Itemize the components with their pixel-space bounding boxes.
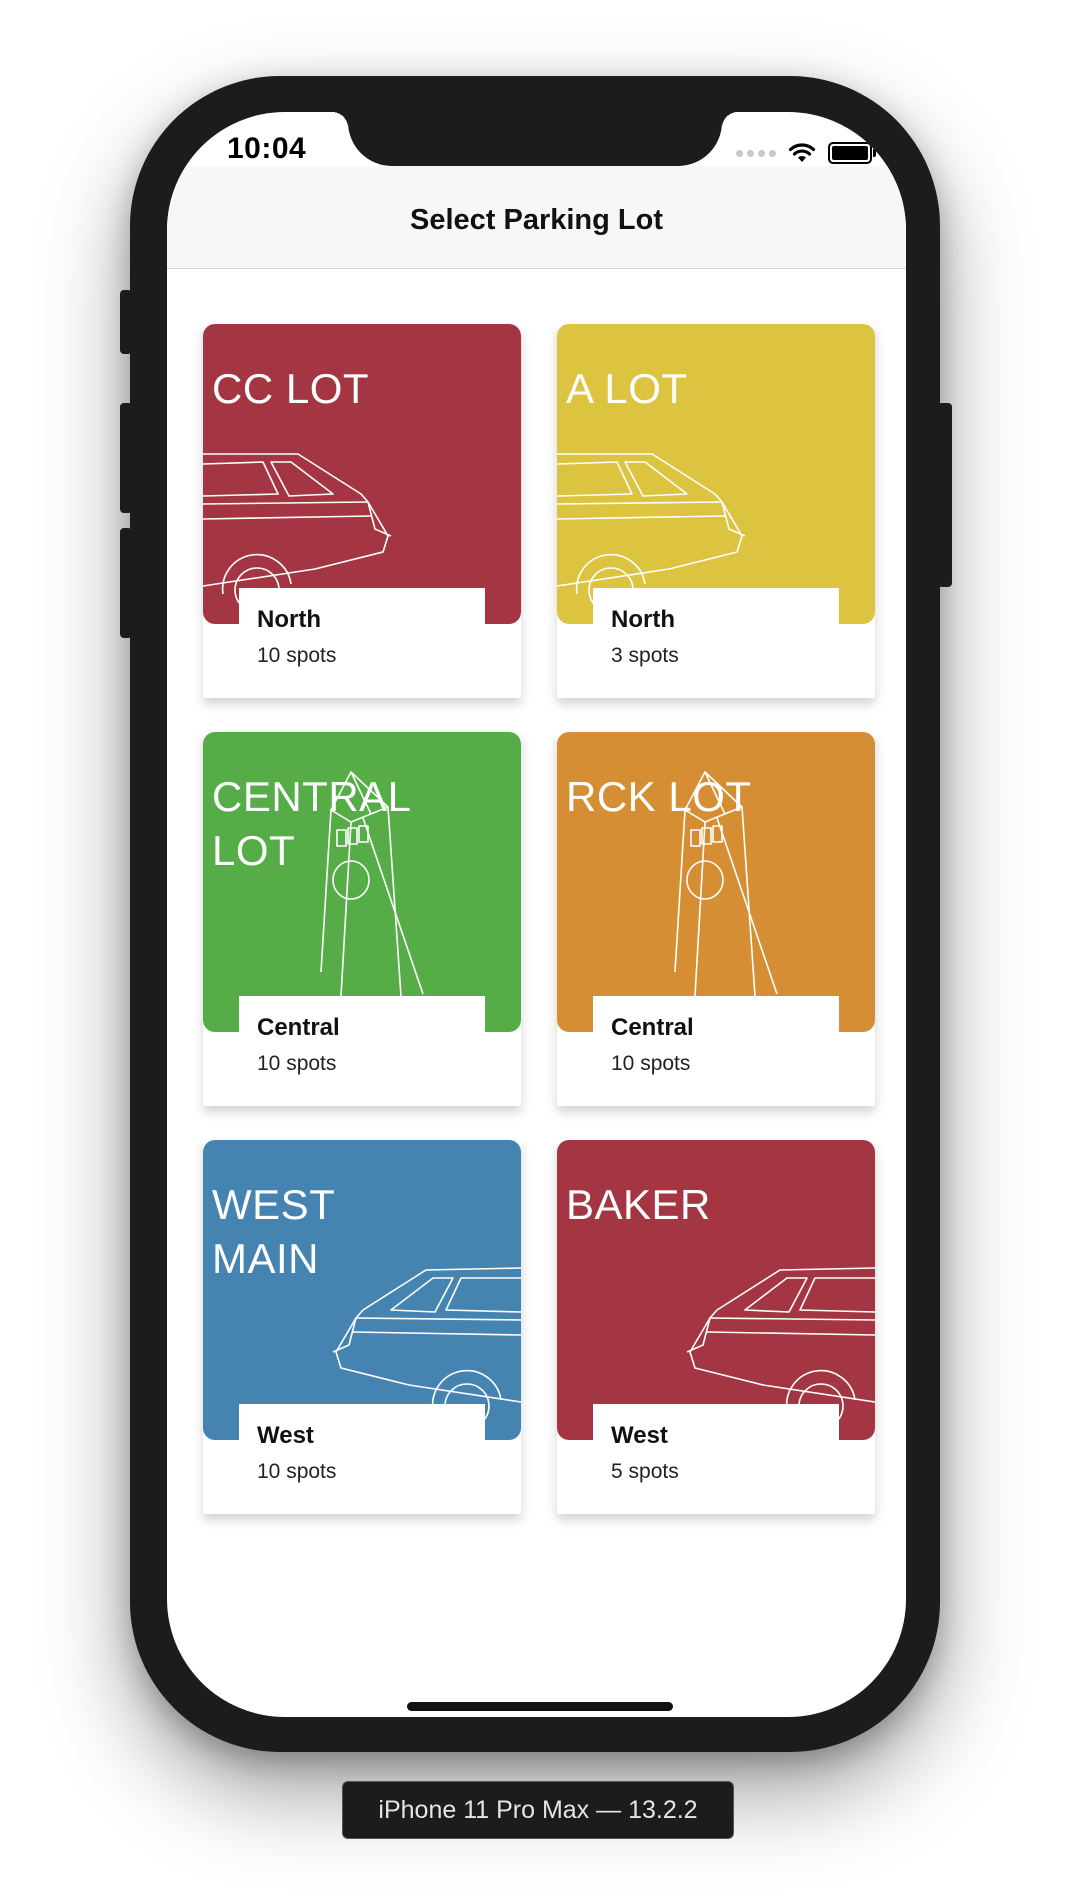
lot-spots: 10 spots <box>257 1052 337 1075</box>
navigation-bar: Select Parking Lot <box>167 166 906 269</box>
lot-card-a-lot[interactable]: A LOT North 3 spots <box>557 324 875 698</box>
lot-region: North <box>257 606 321 633</box>
battery-icon <box>828 142 876 164</box>
lot-card-baker[interactable]: BAKER West 5 spots <box>557 1140 875 1514</box>
lot-spots: 10 spots <box>611 1052 691 1075</box>
lot-label: North 3 spots <box>593 588 839 698</box>
volume-up-button <box>120 403 132 513</box>
lot-card-rck-lot[interactable]: RCK LOT Central 10 spots <box>557 732 875 1106</box>
lot-region: West <box>257 1422 314 1449</box>
lot-tile: WEST MAIN <box>203 1140 521 1440</box>
page-title: Select Parking Lot <box>409 204 663 236</box>
lot-card-west-main[interactable]: WEST MAIN West 10 spots <box>203 1140 521 1514</box>
lot-tile: A LOT <box>557 324 875 624</box>
lot-spots: 10 spots <box>257 644 337 667</box>
lot-card-central-lot[interactable]: CENTRAL LOT Central 10 spots <box>203 732 521 1106</box>
screen: 10:04 Select Parking Lot CC LOT North 10… <box>167 112 906 1717</box>
mute-switch <box>120 290 132 354</box>
lot-card-cc-lot[interactable]: CC LOT North 10 spots <box>203 324 521 698</box>
lot-tile: CC LOT <box>203 324 521 624</box>
device-label: iPhone 11 Pro Max — 13.2.2 <box>342 1781 734 1839</box>
lot-label: North 10 spots <box>239 588 485 698</box>
lot-title: A LOT <box>566 365 688 412</box>
lot-tile: CENTRAL LOT <box>203 732 521 1032</box>
lot-label: West 10 spots <box>239 1404 485 1514</box>
lot-label: Central 10 spots <box>239 996 485 1106</box>
lot-region: Central <box>257 1014 340 1041</box>
lot-title: BAKER <box>566 1181 711 1228</box>
status-time: 10:04 <box>227 132 307 165</box>
lot-tile: BAKER <box>557 1140 875 1440</box>
lot-label: West 5 spots <box>593 1404 839 1514</box>
lot-title: CC LOT <box>212 365 370 412</box>
status-icons <box>736 138 876 168</box>
lot-spots: 5 spots <box>611 1460 679 1483</box>
lot-title: CENTRAL LOT <box>212 773 412 874</box>
lot-region: North <box>611 606 675 633</box>
notch <box>332 112 738 166</box>
lot-tile: RCK LOT <box>557 732 875 1032</box>
cellular-signal-icon <box>736 149 776 157</box>
lot-title: RCK LOT <box>566 773 752 820</box>
lot-spots: 3 spots <box>611 644 679 667</box>
lot-label: Central 10 spots <box>593 996 839 1106</box>
power-button <box>938 403 952 587</box>
wifi-icon <box>788 143 816 162</box>
lot-title: WEST MAIN <box>212 1181 336 1282</box>
lot-spots: 10 spots <box>257 1460 337 1483</box>
lot-region: West <box>611 1422 668 1449</box>
home-indicator[interactable] <box>407 1702 673 1711</box>
lot-region: Central <box>611 1014 694 1041</box>
volume-down-button <box>120 528 132 638</box>
